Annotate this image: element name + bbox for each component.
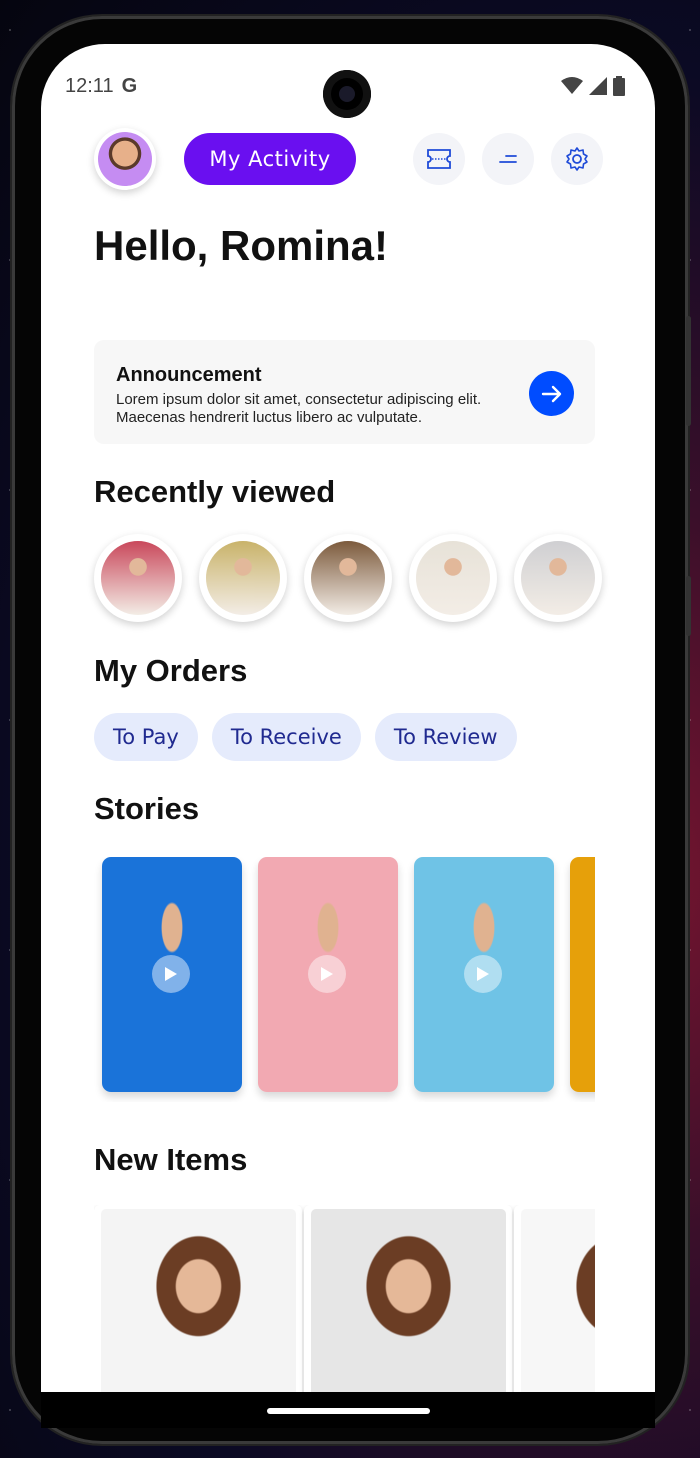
app-screen: 12:11 G My Activity Hello, Romina! Annou… xyxy=(41,44,655,1392)
recently-viewed-heading: Recently viewed xyxy=(94,474,336,509)
main-content: My Activity Hello, Romina! Announcement … xyxy=(94,128,604,1392)
to-receive-chip[interactable]: To Receive xyxy=(211,713,361,761)
new-items-heading: New Items xyxy=(94,1142,248,1177)
avatar[interactable] xyxy=(94,128,156,190)
stories-carousel xyxy=(94,857,595,1102)
avatar-image xyxy=(98,132,152,186)
settings-button[interactable] xyxy=(551,133,603,185)
story-card[interactable] xyxy=(414,857,554,1092)
recently-viewed-item[interactable] xyxy=(94,534,182,622)
product-image xyxy=(521,1209,595,1392)
front-camera xyxy=(323,70,371,118)
play-icon[interactable] xyxy=(464,955,502,993)
recently-viewed-list xyxy=(94,534,614,624)
new-item-card[interactable] xyxy=(514,1205,595,1392)
arrow-right-icon xyxy=(541,385,561,402)
status-time: 12:11 xyxy=(65,74,114,97)
recently-viewed-item[interactable] xyxy=(304,534,392,622)
google-icon: G xyxy=(121,74,138,97)
new-items-carousel: Lorem ipsum dolor sitLorem ipsum dolor s… xyxy=(94,1205,595,1392)
story-card[interactable] xyxy=(258,857,398,1092)
story-card[interactable] xyxy=(102,857,242,1092)
product-thumbnail xyxy=(521,541,595,615)
signal-icon xyxy=(589,77,607,95)
menu-icon xyxy=(499,155,517,163)
product-thumbnail xyxy=(416,541,490,615)
to-pay-chip[interactable]: To Pay xyxy=(94,713,198,761)
greeting-heading: Hello, Romina! xyxy=(94,222,389,269)
ticket-icon xyxy=(427,149,451,169)
announcement-title: Announcement xyxy=(116,364,262,386)
announcement-body: Lorem ipsum dolor sit amet, consectetur … xyxy=(116,391,482,426)
order-filters: To Pay To Receive To Review xyxy=(94,713,517,761)
to-review-chip[interactable]: To Review xyxy=(374,713,517,761)
voucher-button[interactable] xyxy=(413,133,465,185)
home-indicator[interactable] xyxy=(267,1408,430,1414)
wifi-icon xyxy=(561,77,583,94)
announcement-arrow-button[interactable] xyxy=(529,371,574,416)
product-thumbnail xyxy=(311,541,385,615)
top-bar: My Activity xyxy=(94,128,604,198)
gear-icon xyxy=(566,147,588,171)
story-card[interactable] xyxy=(570,857,595,1092)
product-image xyxy=(101,1209,296,1392)
announcement-card[interactable]: Announcement Lorem ipsum dolor sit amet,… xyxy=(94,340,595,444)
play-icon[interactable] xyxy=(152,955,190,993)
volume-button xyxy=(686,316,691,426)
battery-icon xyxy=(613,76,625,96)
recently-viewed-item[interactable] xyxy=(199,534,287,622)
product-thumbnail xyxy=(206,541,280,615)
my-orders-heading: My Orders xyxy=(94,653,248,688)
my-activity-button[interactable]: My Activity xyxy=(184,133,356,185)
menu-button[interactable] xyxy=(482,133,534,185)
recently-viewed-item[interactable] xyxy=(409,534,497,622)
play-icon[interactable] xyxy=(308,955,346,993)
new-item-card[interactable] xyxy=(94,1205,302,1392)
recently-viewed-item[interactable] xyxy=(514,534,602,622)
power-button xyxy=(686,576,691,636)
new-item-card[interactable] xyxy=(304,1205,512,1392)
product-image xyxy=(311,1209,506,1392)
product-thumbnail xyxy=(101,541,175,615)
stories-heading: Stories xyxy=(94,791,200,826)
